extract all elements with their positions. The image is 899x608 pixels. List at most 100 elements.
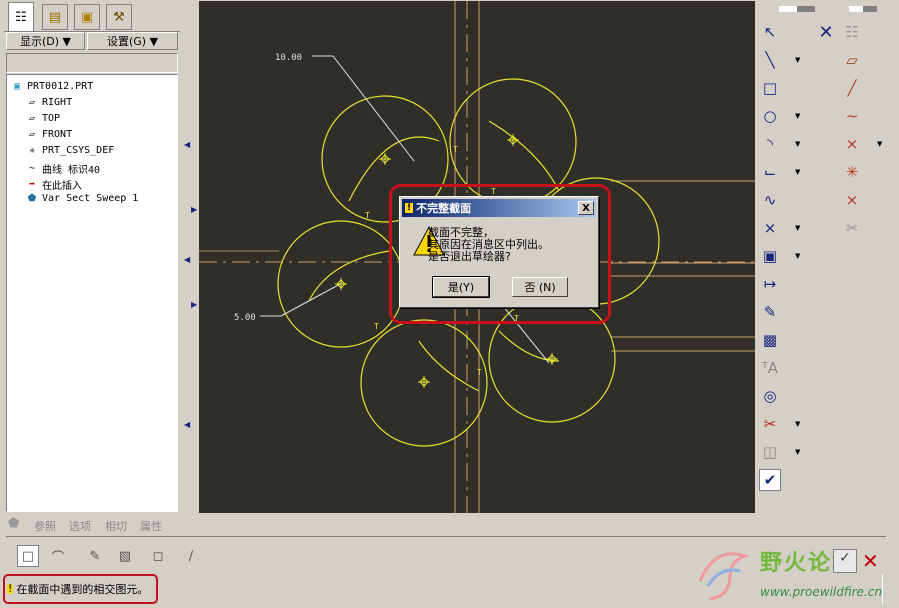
tree-filter-field[interactable] — [6, 53, 178, 73]
tree-item-label: PRT0012.PRT — [27, 81, 94, 92]
datum-display-tool[interactable]: ☷ — [841, 21, 863, 43]
tree-item-sweep[interactable]: ⬟ Var Sect Sweep 1 — [25, 193, 139, 204]
remove-material-button[interactable]: ▧ — [114, 545, 136, 567]
sketch-button[interactable]: ✎ — [84, 545, 106, 567]
splitter-right-arrow-icon[interactable]: ▶ — [191, 300, 197, 309]
tree-item-insert-here[interactable]: ➡ 在此插入 — [25, 177, 82, 192]
favorites-tab[interactable]: ⚒ — [106, 4, 132, 30]
datum-point-tool[interactable]: ⨯ — [841, 133, 863, 155]
close-icon: ✕ — [818, 21, 834, 43]
mirror-tool[interactable]: ◫ — [759, 441, 781, 463]
show-menu-button[interactable]: 显示 (D) ▼ — [6, 32, 85, 50]
text-tool[interactable]: ᵀA — [759, 357, 781, 379]
arc-tool[interactable]: ◝ — [759, 133, 781, 155]
model-tree-icon: ☷ — [15, 10, 27, 25]
trajectory-button[interactable]: ∕ — [180, 545, 202, 567]
datum-curve-tool[interactable]: ∼ — [841, 105, 863, 127]
tree-item-label: TOP — [42, 113, 61, 124]
line-tool[interactable]: ╲ — [759, 49, 781, 71]
palette-tool[interactable]: ◎ — [759, 385, 781, 407]
tree-item-top[interactable]: ▱ TOP — [25, 113, 60, 124]
tree-item-front[interactable]: ▱ FRONT — [25, 129, 72, 140]
dialog-close-button[interactable]: X — [578, 201, 594, 215]
thicken-button[interactable]: ◻ — [147, 545, 169, 567]
tree-item-label: PRT_CSYS_DEF — [42, 145, 115, 156]
splitter-left-arrow-icon[interactable]: ◀ — [184, 140, 190, 149]
dashboard-tools: □ ⌒ ✎ ▧ ◻ ∕ — [14, 541, 214, 571]
circle-tool[interactable]: ○ — [759, 105, 781, 127]
message-area: ! 在截面中遇到的相交图元。 — [3, 574, 158, 604]
solid-option-button[interactable]: □ — [17, 545, 39, 567]
spline-tool[interactable]: ∿ — [759, 189, 781, 211]
close-icon[interactable]: ✕ — [862, 549, 879, 573]
curve-icon: ∼ — [28, 163, 36, 174]
chevron-down-icon[interactable]: ▼ — [877, 140, 882, 148]
tab-options[interactable]: 选项 — [69, 518, 91, 534]
folder-tab[interactable]: ▣ — [74, 4, 100, 30]
modify-tool[interactable]: ✎ — [759, 301, 781, 323]
close-icon: X — [582, 202, 590, 214]
model-tree-tab[interactable]: ☷ — [8, 2, 34, 32]
chevron-down-icon[interactable]: ▼ — [795, 168, 800, 176]
tree-item-csys[interactable]: ✳ PRT_CSYS_DEF — [25, 145, 114, 156]
no-key: (N) — [538, 280, 556, 294]
constraint-tool[interactable]: ▩ — [759, 329, 781, 351]
trim-tool[interactable]: ✂ — [759, 413, 781, 435]
model-tree: ▣ PRT0012.PRT ▱ RIGHT ▱ TOP ▱ FRONT ✳ PRT_CSY… — [6, 74, 178, 512]
chevron-down-icon[interactable]: ▼ — [795, 140, 800, 148]
chevron-down-icon[interactable]: ▼ — [795, 420, 800, 428]
datum-plane-tool[interactable]: ▱ — [841, 49, 863, 71]
coordinate-system-tool[interactable]: ✳ — [841, 161, 863, 183]
cancel-tool[interactable]: ✕ — [815, 21, 837, 43]
dimension-label[interactable]: 10.00 — [275, 53, 302, 63]
analysis-tool[interactable]: ⨯ — [841, 189, 863, 211]
tree-item-right[interactable]: ▱ RIGHT — [25, 97, 72, 108]
tree-item-part[interactable]: ▣ PRT0012.PRT — [10, 81, 93, 92]
datum-axis-tool[interactable]: ╱ — [841, 77, 863, 99]
dimension-label[interactable]: 5.00 — [234, 313, 256, 323]
confirm-button[interactable]: ✔ — [759, 469, 781, 491]
splitter-left-arrow-icon[interactable]: ◀ — [184, 255, 190, 264]
fillet-tool[interactable]: ⌙ — [759, 161, 781, 183]
point-tool[interactable]: × — [759, 217, 781, 239]
dialog-titlebar[interactable]: ! 不完整截面 X — [402, 199, 596, 217]
point-icon: × — [763, 219, 777, 237]
layers-tab[interactable]: ▤ — [42, 4, 68, 30]
no-button[interactable]: 否 (N) — [512, 277, 568, 297]
folder-icon: ▣ — [80, 9, 94, 25]
toolbar-grip — [849, 6, 877, 12]
sweep-icon: ⬟ — [27, 193, 37, 204]
tab-properties[interactable]: 属性 — [140, 518, 162, 534]
chevron-down-icon[interactable]: ▼ — [795, 448, 800, 456]
surface-option-button[interactable]: ⌒ — [47, 545, 69, 567]
settings-menu-button[interactable]: 设置 (G) ▼ — [87, 32, 178, 50]
chevron-down-icon[interactable]: ▼ — [795, 112, 800, 120]
yes-button[interactable]: 是 (Y) — [432, 276, 490, 298]
no-label: 否 — [524, 281, 536, 294]
circle-icon: ○ — [763, 107, 777, 125]
chevron-down-icon[interactable]: ▼ — [795, 224, 800, 232]
toolbar-grip — [779, 6, 815, 12]
tangent-mark: T — [374, 322, 379, 331]
rectangle-tool[interactable]: □ — [759, 77, 781, 99]
use-edge-tool[interactable]: ▣ — [759, 245, 781, 267]
chain-icon: ✂ — [845, 219, 859, 237]
dimension-tool[interactable]: ↦ — [759, 273, 781, 295]
status-message: 在截面中遇到的相交图元。 — [16, 583, 149, 596]
splitter-left-arrow-icon[interactable]: ◀ — [184, 420, 190, 429]
tab-tangency[interactable]: 相切 — [105, 518, 127, 534]
chevron-down-icon[interactable]: ▼ — [795, 56, 800, 64]
chevron-down-icon[interactable]: ▼ — [795, 252, 800, 260]
datum-display-icon: ☷ — [845, 23, 859, 41]
tab-references[interactable]: 参照 — [34, 518, 56, 534]
tree-item-label: 在此插入 — [42, 181, 82, 192]
datum-axis-icon: ╱ — [847, 79, 857, 97]
tree-item-curve[interactable]: ∼ 曲线 标识40 — [25, 161, 100, 176]
scrollbar[interactable] — [882, 574, 892, 604]
select-tool[interactable]: ↖ — [759, 21, 781, 43]
sketch-toolbar: ↖ ╲ □ ○ ◝ ⌙ ∿ × ▣ ↦ ✎ ▩ ᵀA ◎ ✂ ◫ ✔ ▼ ▼ ▼… — [757, 1, 899, 513]
chain-tool[interactable]: ✂ — [841, 217, 863, 239]
pause-button[interactable]: ✓ — [833, 549, 857, 573]
splitter-right-arrow-icon[interactable]: ▶ — [191, 205, 197, 214]
analysis-icon: ⨯ — [845, 191, 859, 209]
